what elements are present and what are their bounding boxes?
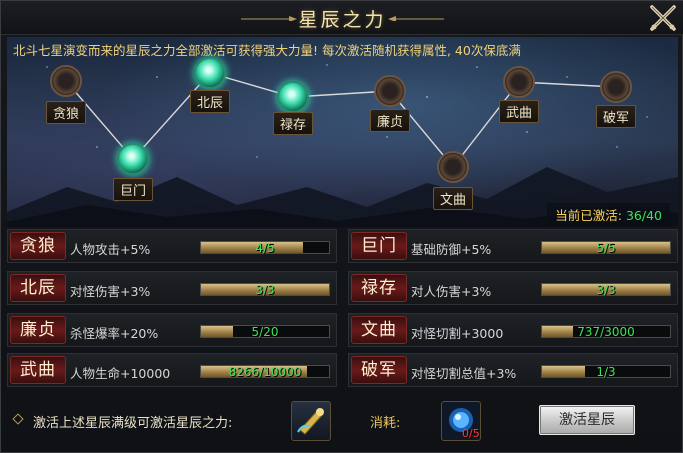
active-count-label: 当前已激活: <box>555 208 622 223</box>
star-attribute: 对怪伤害+3% <box>70 284 151 299</box>
star-progress-bar: 8266/10000 <box>200 365 330 379</box>
star-badge: 巨门 <box>351 232 407 260</box>
star-node-pojun[interactable] <box>600 71 632 103</box>
star-progress-bar: 737/3000 <box>541 325 671 339</box>
star-row: 廉贞 杀怪爆率+20% 5/20 <box>7 313 337 347</box>
active-count: 当前已激活: 36/40 <box>547 203 670 226</box>
star-badge: 破军 <box>351 356 407 384</box>
diamond-bullet-icon <box>12 413 24 425</box>
star-attribute: 基础防御+5% <box>411 242 492 257</box>
star-badge: 贪狼 <box>10 232 66 260</box>
star-badge: 武曲 <box>10 356 66 384</box>
star-node-beichen[interactable] <box>194 57 226 89</box>
window-title: 星辰之力 <box>298 9 387 31</box>
star-row: 北辰 对怪伤害+3% 3/3 <box>7 271 337 305</box>
progress-text: 3/3 <box>255 283 275 297</box>
star-attribute: 对人伤害+3% <box>411 284 492 299</box>
star-row: 破军 对怪切割总值+3% 1/3 <box>348 353 678 387</box>
title-bar: 星辰之力 <box>1 1 683 35</box>
star-row: 巨门 基础防御+5% 5/5 <box>348 229 678 263</box>
progress-text: 5/5 <box>596 241 616 255</box>
reward-item-slot[interactable] <box>291 401 331 441</box>
star-node-label: 文曲 <box>432 187 474 210</box>
close-icon[interactable] <box>648 3 678 33</box>
golden-scroll-item-icon <box>297 408 324 435</box>
activation-hint: 激活上述星辰满级可激活星辰之力: <box>33 416 233 431</box>
star-node-tanlang[interactable] <box>50 65 82 97</box>
star-node-label: 巨门 <box>112 178 154 201</box>
constellation-background <box>7 64 678 227</box>
cost-count: 0/5 <box>462 427 480 440</box>
star-progress-bar: 1/3 <box>541 365 671 379</box>
star-node-label: 廉贞 <box>369 109 411 132</box>
star-badge: 禄存 <box>351 274 407 302</box>
star-node-label: 贪狼 <box>45 101 87 124</box>
progress-text: 1/3 <box>596 365 616 379</box>
progress-text: 5/20 <box>251 325 279 339</box>
star-badge: 文曲 <box>351 316 407 344</box>
star-power-window: 星辰之力 北斗七星演变而来的星辰之力全部激活可获得强大力量! 每次激活随机获得属… <box>0 0 683 453</box>
constellation-map: 北斗七星演变而来的星辰之力全部激活可获得强大力量! 每次激活随机获得属性, 40… <box>7 37 678 227</box>
star-row: 文曲 对怪切割+3000 737/3000 <box>348 313 678 347</box>
star-progress-bar: 5/5 <box>541 241 671 255</box>
star-node-lucun[interactable] <box>277 81 309 113</box>
star-progress-bar: 4/5 <box>200 241 330 255</box>
progress-text: 3/3 <box>596 283 616 297</box>
star-node-wenqu[interactable] <box>437 151 469 183</box>
progress-text: 737/3000 <box>577 325 635 339</box>
star-progress-bar: 3/3 <box>541 283 671 297</box>
star-node-label: 破军 <box>595 105 637 128</box>
title-right-ornament-icon <box>388 16 444 21</box>
star-node-label: 禄存 <box>272 112 314 135</box>
cost-label: 消耗: <box>370 416 401 431</box>
star-row: 武曲 人物生命+10000 8266/10000 <box>7 353 337 387</box>
star-attribute: 人物攻击+5% <box>70 242 151 257</box>
star-attribute: 人物生命+10000 <box>70 366 171 381</box>
intro-text: 北斗七星演变而来的星辰之力全部激活可获得强大力量! 每次激活随机获得属性, 40… <box>13 43 521 58</box>
star-attribute: 对怪切割+3000 <box>411 326 504 341</box>
star-progress-bar: 3/3 <box>200 283 330 297</box>
progress-text: 8266/10000 <box>228 365 302 379</box>
star-node-label: 武曲 <box>498 100 540 123</box>
progress-text: 4/5 <box>255 241 275 255</box>
star-node-wuqu[interactable] <box>503 66 535 98</box>
star-node-lianzhen[interactable] <box>374 75 406 107</box>
star-row: 贪狼 人物攻击+5% 4/5 <box>7 229 337 263</box>
star-row: 禄存 对人伤害+3% 3/3 <box>348 271 678 305</box>
star-badge: 北辰 <box>10 274 66 302</box>
star-node-jumen[interactable] <box>117 143 149 175</box>
star-node-label: 北辰 <box>189 90 231 113</box>
star-attribute: 对怪切割总值+3% <box>411 366 517 381</box>
star-progress-bar: 5/20 <box>200 325 330 339</box>
star-badge: 廉贞 <box>10 316 66 344</box>
active-count-value: 36/40 <box>625 208 662 223</box>
activate-star-button[interactable]: 激活星辰 <box>539 405 635 435</box>
footer: 激活上述星辰满级可激活星辰之力: 消耗: 0/5 激活星辰 <box>7 395 678 447</box>
star-attribute: 杀怪爆率+20% <box>70 326 159 341</box>
